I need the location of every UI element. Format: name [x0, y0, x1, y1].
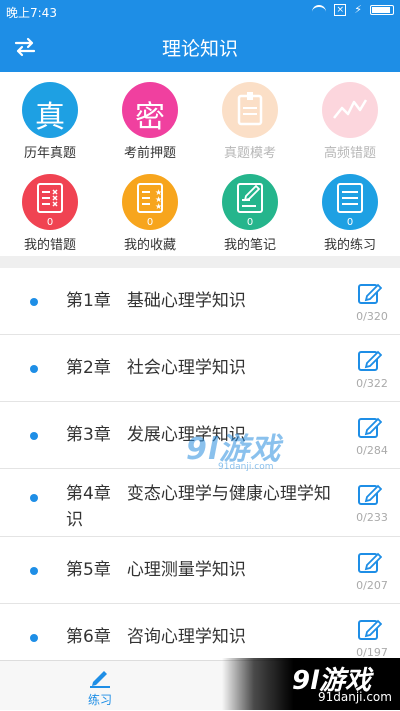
favorites-icon: ★ ★ ★ 0 — [122, 174, 178, 230]
grid-label: 我的收藏 — [123, 238, 176, 253]
battery-icon — [370, 4, 394, 15]
trend-chart-icon — [322, 82, 378, 138]
chapter-title: 第1章 基础心理学知识 — [66, 291, 246, 311]
grid-item-my-errors[interactable]: 0 我的错题 — [0, 164, 100, 254]
bullet-dot — [30, 494, 38, 502]
progress-count: 0/284 — [356, 444, 388, 457]
progress-count: 0/322 — [356, 377, 388, 390]
edit-icon[interactable] — [358, 416, 382, 438]
grid-item-mock-exam[interactable]: 真题模考 — [200, 72, 300, 162]
chapter-title: 第2章 社会心理学知识 — [66, 358, 246, 378]
tab-label: 练习 — [87, 693, 112, 707]
chapter-row[interactable]: 第4章 变态心理学与健康心理学知识 0/233 — [0, 469, 400, 537]
no-sim-icon: × — [334, 3, 347, 16]
tab-practice[interactable]: 练习 — [60, 661, 140, 711]
practice-list-icon: 0 — [322, 174, 378, 230]
bullet-dot — [30, 365, 38, 373]
edit-icon[interactable] — [358, 282, 382, 304]
grid-item-my-practice[interactable]: 0 我的练习 — [300, 164, 400, 254]
notes-icon: 0 — [222, 174, 278, 230]
bullet-dot — [30, 634, 38, 642]
past-exams-icon: 真 — [22, 82, 78, 138]
progress-count: 0/233 — [356, 511, 388, 524]
status-bar: 晚上7:43 × ⚡ — [0, 0, 400, 22]
page-title: 理论知识 — [161, 38, 238, 60]
error-list-icon: 0 — [22, 174, 78, 230]
progress-count: 0/320 — [356, 310, 388, 323]
grid-item-my-notes[interactable]: 0 我的笔记 — [200, 164, 300, 254]
edit-icon[interactable] — [358, 349, 382, 371]
feature-grid: 真 历年真题 密 考前押题 真题模考 高频错题 0 我的错题 ★ ★ ★ 0 我… — [0, 72, 400, 256]
chapter-row[interactable]: 第2章 社会心理学知识 0/322 — [0, 335, 400, 402]
section-divider — [0, 256, 400, 268]
grid-label: 历年真题 — [23, 146, 76, 161]
watermark-corner-logo: 9l游戏 91danji.com — [222, 658, 400, 710]
grid-label: 我的练习 — [323, 238, 376, 253]
pen-icon — [90, 671, 110, 688]
wifi-icon — [312, 4, 327, 15]
secret-icon: 密 — [122, 82, 178, 138]
bullet-dot — [30, 432, 38, 440]
chapter-row[interactable]: 第1章 基础心理学知识 0/320 — [0, 268, 400, 335]
chapter-title: 第5章 心理测量学知识 — [66, 560, 246, 580]
bullet-dot — [30, 298, 38, 306]
charging-icon: ⚡ — [354, 3, 362, 16]
grid-label: 我的笔记 — [223, 238, 276, 253]
grid-item-frequent-errors[interactable]: 高频错题 — [300, 72, 400, 162]
grid-label: 高频错题 — [323, 146, 376, 161]
grid-label: 考前押题 — [123, 146, 176, 161]
count-badge: 0 — [246, 217, 254, 228]
count-badge: 0 — [46, 217, 54, 228]
mock-exam-icon — [222, 82, 278, 138]
svg-text:★: ★ — [155, 202, 162, 211]
status-time: 晚上7:43 — [6, 6, 57, 20]
chapter-title: 第6章 咨询心理学知识 — [66, 627, 246, 647]
grid-item-past-exams[interactable]: 真 历年真题 — [0, 72, 100, 162]
count-badge: 0 — [146, 217, 154, 228]
app-header: 理论知识 — [0, 22, 400, 72]
count-badge: 0 — [346, 217, 354, 228]
edit-icon[interactable] — [358, 618, 382, 640]
watermark-logo: 9l游戏 91danji.com — [186, 432, 282, 472]
grid-item-my-favorites[interactable]: ★ ★ ★ 0 我的收藏 — [100, 164, 200, 254]
grid-label: 真题模考 — [223, 146, 276, 161]
grid-label: 我的错题 — [23, 238, 76, 253]
chapter-title: 第4章 变态心理学与健康心理学知识 — [66, 484, 331, 530]
chapter-row[interactable]: 第6章 咨询心理学知识 0/197 — [0, 604, 400, 660]
grid-item-predicted-questions[interactable]: 密 考前押题 — [100, 72, 200, 162]
status-icons: × ⚡ — [312, 3, 394, 16]
edit-icon[interactable] — [358, 551, 382, 573]
bullet-dot — [30, 567, 38, 575]
edit-icon[interactable] — [358, 483, 382, 505]
chapter-row[interactable]: 第5章 心理测量学知识 0/207 — [0, 537, 400, 604]
progress-count: 0/207 — [356, 579, 388, 592]
